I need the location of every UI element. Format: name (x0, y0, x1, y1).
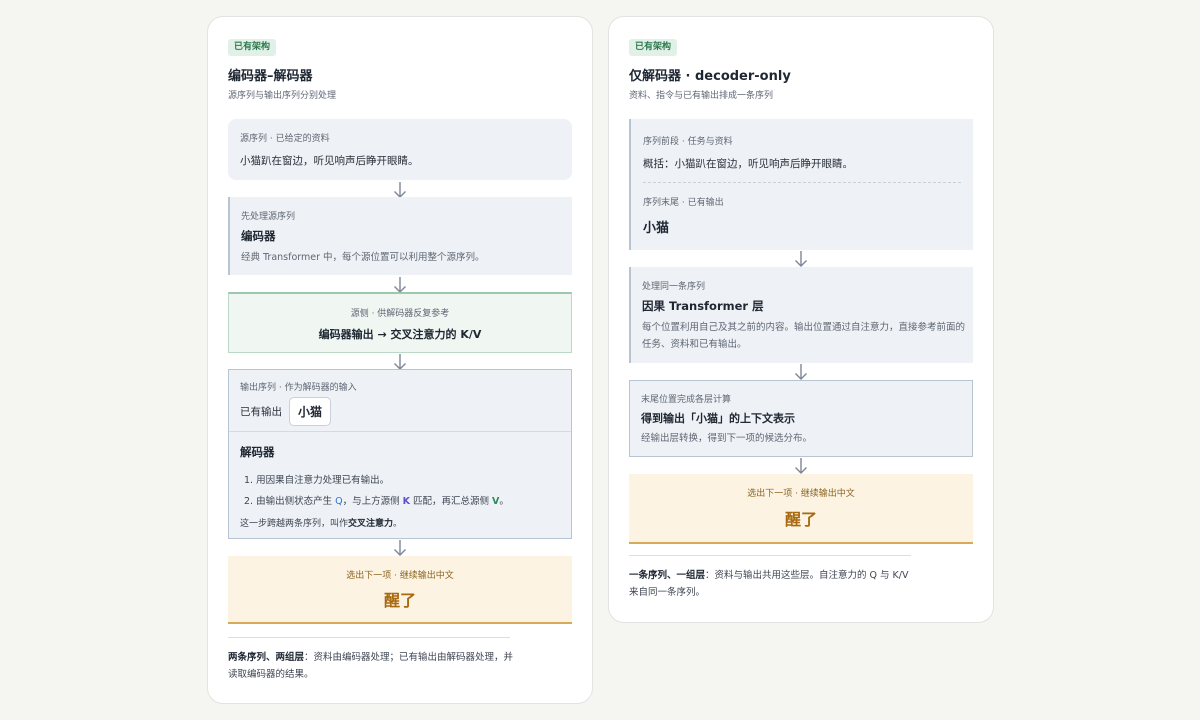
encoder-memory-box: 源侧 · 供解码器反复参考 编码器输出 → 交叉注意力的 K/V (228, 292, 572, 353)
output-token: 小猫 (289, 397, 332, 426)
divider (228, 637, 510, 638)
step2-text: ，与上方源侧 (342, 496, 403, 507)
causal-layers-box: 处理同一条序列 因果 Transformer 层 每个位置利用自己及其之前的内容… (629, 267, 973, 363)
final-title: 得到输出「小猫」的上下文表示 (641, 412, 795, 425)
causal-title: 因果 Transformer 层 (642, 299, 764, 313)
card-title: 编码器–解码器 (228, 69, 313, 84)
step2-text: 2. 由输出侧状态产生 (244, 496, 336, 507)
encoder-desc: 经典 Transformer 中，每个源位置可以利用整个源序列。 (241, 252, 485, 263)
decoder-step-2: 2. 由输出侧状态产生 Q，与上方源侧 K 匹配，再汇总源侧 V。 (244, 491, 509, 512)
card-footer: 一条序列、一组层：资料与输出共用这些层。自注意力的 Q 与 K/V 来自同一条序… (629, 567, 919, 601)
card-footer: 两条序列、两组层：资料由编码器处理；已有输出由解码器处理，并读取编码器的结果。 (228, 649, 518, 683)
encoder-eyebrow: 先处理源序列 (241, 212, 296, 222)
card-title: 仅解码器 · decoder-only (629, 69, 791, 84)
output-label: 已有输出 (240, 406, 282, 418)
decoder-body: 解码器 1. 用因果自注意力处理已有输出。 2. 由输出侧状态产生 Q，与上方源… (229, 432, 571, 538)
q-symbol: Q (335, 496, 343, 507)
arrow-down-icon (393, 539, 407, 557)
card-subtitle: 资料、指令与已有输出排成一条序列 (629, 91, 774, 101)
decoder-note: 这一步跨越两条序列，叫作交叉注意力。 (240, 516, 402, 529)
sequence-front-eyebrow: 序列前段 · 任务与资料 (643, 137, 733, 147)
architecture-tag: 已有架构 (228, 39, 277, 56)
memory-title: 编码器输出 → 交叉注意力的 K/V (318, 328, 482, 341)
encoder-title: 编码器 (241, 229, 276, 243)
footer-bold: 两条序列、两组层 (228, 652, 305, 663)
final-eyebrow: 末尾位置完成各层计算 (641, 395, 732, 405)
card-subtitle: 源序列与输出序列分别处理 (228, 91, 337, 101)
output-eyebrow: 输出序列 · 作为解码器的输入 (240, 383, 357, 393)
causal-eyebrow: 处理同一条序列 (642, 282, 706, 292)
decoder-only-card: 已有架构 仅解码器 · decoder-only 资料、指令与已有输出排成一条序… (608, 16, 994, 623)
single-sequence-box: 序列前段 · 任务与资料 概括：小猫趴在窗边，听见响声后睁开眼睛。 序列末尾 ·… (629, 119, 973, 250)
sequence-front-text: 概括：小猫趴在窗边，听见响声后睁开眼睛。 (643, 158, 853, 170)
encoder-decoder-card: 已有架构 编码器–解码器 源序列与输出序列分别处理 源序列 · 已给定的资料 小… (207, 16, 593, 704)
next-token-box: 选出下一项 · 继续输出中文 醒了 (629, 474, 973, 544)
next-token-eyebrow: 选出下一项 · 继续输出中文 (747, 489, 855, 499)
architecture-tag: 已有架构 (629, 39, 678, 56)
decoder-title: 解码器 (240, 445, 275, 459)
source-text: 小猫趴在窗边，听见响声后睁开眼睛。 (240, 155, 419, 167)
memory-eyebrow: 源侧 · 供解码器反复参考 (350, 309, 450, 319)
k-symbol: K (402, 496, 410, 507)
footer-bold: 一条序列、一组层 (629, 570, 706, 581)
encoder-box: 先处理源序列 编码器 经典 Transformer 中，每个源位置可以利用整个源… (228, 197, 572, 275)
next-token: 醒了 (383, 591, 416, 610)
step2-text: 匹配，再汇总源侧 (410, 496, 493, 507)
source-eyebrow: 源序列 · 已给定的资料 (240, 134, 330, 144)
next-token: 醒了 (784, 510, 817, 529)
next-token-box: 选出下一项 · 继续输出中文 醒了 (228, 556, 572, 624)
sequence-end-token: 小猫 (643, 221, 670, 236)
step2-text: 。 (499, 496, 509, 507)
decoder-step-1: 1. 用因果自注意力处理已有输出。 (244, 475, 390, 486)
decoder-box: 输出序列 · 作为解码器的输入 已有输出 小猫 解码器 1. 用因果自注意力处理… (228, 369, 572, 539)
arrow-down-icon (794, 457, 808, 475)
note-highlight: 交叉注意力 (348, 519, 394, 529)
output-sequence-header: 输出序列 · 作为解码器的输入 已有输出 小猫 (229, 370, 571, 432)
note-text: 。 (393, 519, 403, 529)
final-position-box: 末尾位置完成各层计算 得到输出「小猫」的上下文表示 经输出层转换，得到下一项的候… (629, 380, 973, 457)
decoder-steps: 1. 用因果自注意力处理已有输出。 2. 由输出侧状态产生 Q，与上方源侧 K … (244, 470, 509, 512)
causal-desc: 每个位置利用自己及其之前的内容。输出位置通过自注意力，直接参考前面的任务、资料和… (642, 322, 966, 350)
source-sequence-box: 源序列 · 已给定的资料 小猫趴在窗边，听见响声后睁开眼睛。 (228, 119, 572, 180)
arrow-down-icon (794, 250, 808, 268)
next-token-eyebrow: 选出下一项 · 继续输出中文 (346, 571, 454, 581)
arrow-down-icon (794, 363, 808, 381)
sequence-divider (643, 182, 961, 183)
sequence-end-eyebrow: 序列末尾 · 已有输出 (643, 198, 724, 208)
divider (629, 555, 911, 556)
note-text: 这一步跨越两条序列，叫作 (240, 519, 349, 529)
final-desc: 经输出层转换，得到下一项的候选分布。 (641, 433, 813, 444)
